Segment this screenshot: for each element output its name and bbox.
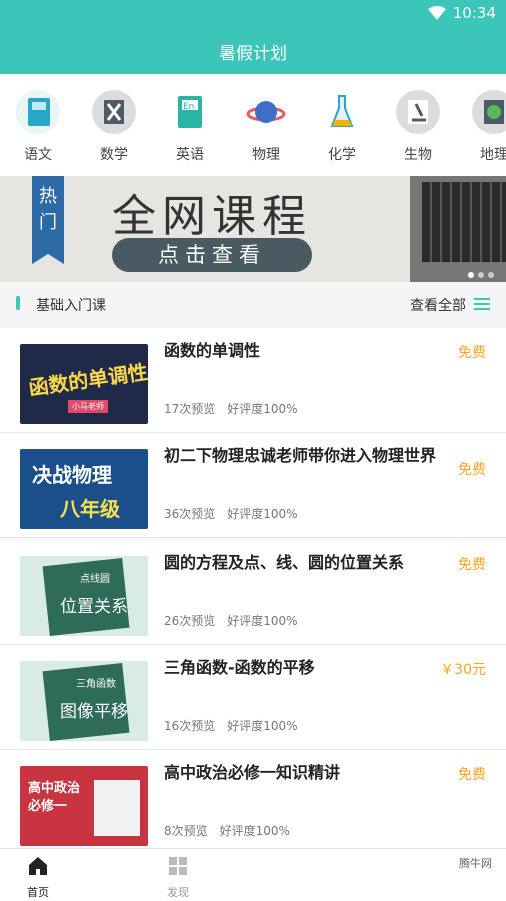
- flask-icon: [320, 90, 364, 134]
- carousel-dots[interactable]: [464, 263, 494, 282]
- globe-icon: [472, 90, 506, 134]
- promo-banner[interactable]: 热门 全网课程 点击查看: [0, 176, 506, 282]
- math-icon: [92, 90, 136, 134]
- course-stats: 17次预览 好评度100%: [164, 400, 310, 417]
- subject-nav: 语文 数学 En 英语 物理 化学 生物 地理: [0, 74, 506, 176]
- tab-discover[interactable]: 发现: [148, 855, 208, 900]
- subject-label: 英语: [176, 147, 204, 163]
- thumb-title: 高中政治必修一: [28, 781, 81, 814]
- course-stats: 16次预览 好评度100%: [164, 717, 310, 734]
- view-all-link[interactable]: 查看全部: [410, 295, 466, 315]
- view-count: 16次预览: [164, 719, 216, 733]
- course-thumbnail: 决战物理 八年级: [20, 449, 148, 529]
- status-time: 10:34: [452, 4, 496, 22]
- thumb-title: 图像平移: [60, 702, 128, 722]
- course-stats: 26次预览 好评度100%: [164, 612, 310, 629]
- tab-label: 发现: [167, 886, 189, 899]
- subject-label: 数学: [100, 147, 128, 163]
- view-count: 8次预览: [164, 824, 208, 838]
- view-count: 26次预览: [164, 614, 216, 628]
- thumb-title: 位置关系: [60, 597, 128, 617]
- subject-label: 生物: [404, 147, 432, 163]
- subject-label: 物理: [252, 147, 280, 163]
- tab-home[interactable]: 首页: [8, 855, 68, 900]
- subject-item-english[interactable]: En 英语: [152, 90, 228, 164]
- course-thumbnail: 高中政治必修一: [20, 766, 148, 846]
- view-count: 17次预览: [164, 402, 216, 416]
- watermark: 腾牛网: [459, 857, 492, 870]
- thumb-subtitle: 八年级: [60, 497, 120, 521]
- subject-item-chemistry[interactable]: 化学: [304, 90, 380, 164]
- app-header: 暑假计划: [0, 28, 506, 74]
- course-item[interactable]: 点线圆 位置关系 圆的方程及点、线、圆的位置关系 免费 26次预览 好评度100%: [0, 540, 506, 645]
- status-bar: 10:34: [0, 0, 506, 28]
- course-title: 高中政治必修一知识精讲: [164, 763, 341, 782]
- rating: 好评度100%: [227, 719, 298, 733]
- course-price: 免费: [458, 345, 486, 361]
- subject-item-math[interactable]: 数学: [76, 90, 152, 164]
- page-title: 暑假计划: [219, 44, 287, 64]
- subject-label: 地理: [480, 147, 506, 163]
- subject-label: 化学: [328, 147, 356, 163]
- thumb-subtitle: 小马老师: [68, 400, 108, 413]
- section-title: 基础入门课: [36, 298, 106, 314]
- book-illustration: [94, 780, 140, 836]
- course-price: 免费: [458, 767, 486, 783]
- bottom-tab-bar: 首页 发现 腾牛网: [0, 848, 506, 901]
- rating: 好评度100%: [219, 824, 290, 838]
- course-title: 函数的单调性: [164, 341, 261, 360]
- course-title: 圆的方程及点、线、圆的位置关系: [164, 553, 405, 572]
- course-thumbnail: 三角函数 图像平移: [20, 661, 148, 741]
- subject-item-physics[interactable]: 物理: [228, 90, 304, 164]
- thumb-subtitle: 点线圆: [80, 574, 110, 585]
- course-title: 三角函数-函数的平移: [164, 658, 315, 677]
- thumb-title: 函数的单调性: [27, 359, 148, 401]
- course-stats: 36次预览 好评度100%: [164, 505, 310, 522]
- tab-label: 首页: [27, 886, 49, 899]
- course-title: 初二下物理忠诚老师带你进入物理世界: [164, 446, 437, 465]
- rating: 好评度100%: [227, 402, 298, 416]
- course-price: 免费: [458, 462, 486, 478]
- microscope-icon: [396, 90, 440, 134]
- section-accent-bar: [16, 296, 20, 310]
- subject-item-biology[interactable]: 生物: [380, 90, 456, 164]
- svg-text:En: En: [183, 102, 194, 112]
- course-stats: 8次预览 好评度100%: [164, 822, 302, 839]
- view-count: 36次预览: [164, 507, 216, 521]
- wifi-icon: [428, 6, 446, 20]
- thumb-subtitle: 三角函数: [76, 679, 116, 690]
- subject-label: 语文: [24, 147, 52, 163]
- english-book-icon: En: [168, 90, 212, 134]
- list-icon[interactable]: [474, 298, 490, 310]
- course-thumbnail: 点线圆 位置关系: [20, 556, 148, 636]
- thumb-title: 决战物理: [32, 463, 112, 487]
- hot-tag: 热门: [32, 176, 64, 264]
- rating: 好评度100%: [227, 507, 298, 521]
- course-price: ￥30元: [440, 662, 486, 678]
- book-icon: [16, 90, 60, 134]
- home-icon: [29, 857, 47, 875]
- subject-item-chinese[interactable]: 语文: [0, 90, 76, 164]
- banner-view-button[interactable]: 点击查看: [112, 238, 312, 272]
- subject-item-geography[interactable]: 地理: [456, 90, 506, 164]
- rating: 好评度100%: [227, 614, 298, 628]
- banner-title: 全网课程: [112, 191, 312, 242]
- course-item[interactable]: 高中政治必修一 高中政治必修一知识精讲 免费 8次预览 好评度100%: [0, 750, 506, 855]
- course-item[interactable]: 函数的单调性 小马老师 函数的单调性 免费 17次预览 好评度100%: [0, 328, 506, 433]
- course-item[interactable]: 决战物理 八年级 初二下物理忠诚老师带你进入物理世界 免费 36次预览 好评度10…: [0, 433, 506, 538]
- course-thumbnail: 函数的单调性 小马老师: [20, 344, 148, 424]
- planet-icon: [244, 90, 288, 134]
- grid-icon: [169, 857, 187, 875]
- section-header: 基础入门课 查看全部: [0, 282, 506, 328]
- course-price: 免费: [458, 557, 486, 573]
- course-item[interactable]: 三角函数 图像平移 三角函数-函数的平移 ￥30元 16次预览 好评度100%: [0, 645, 506, 750]
